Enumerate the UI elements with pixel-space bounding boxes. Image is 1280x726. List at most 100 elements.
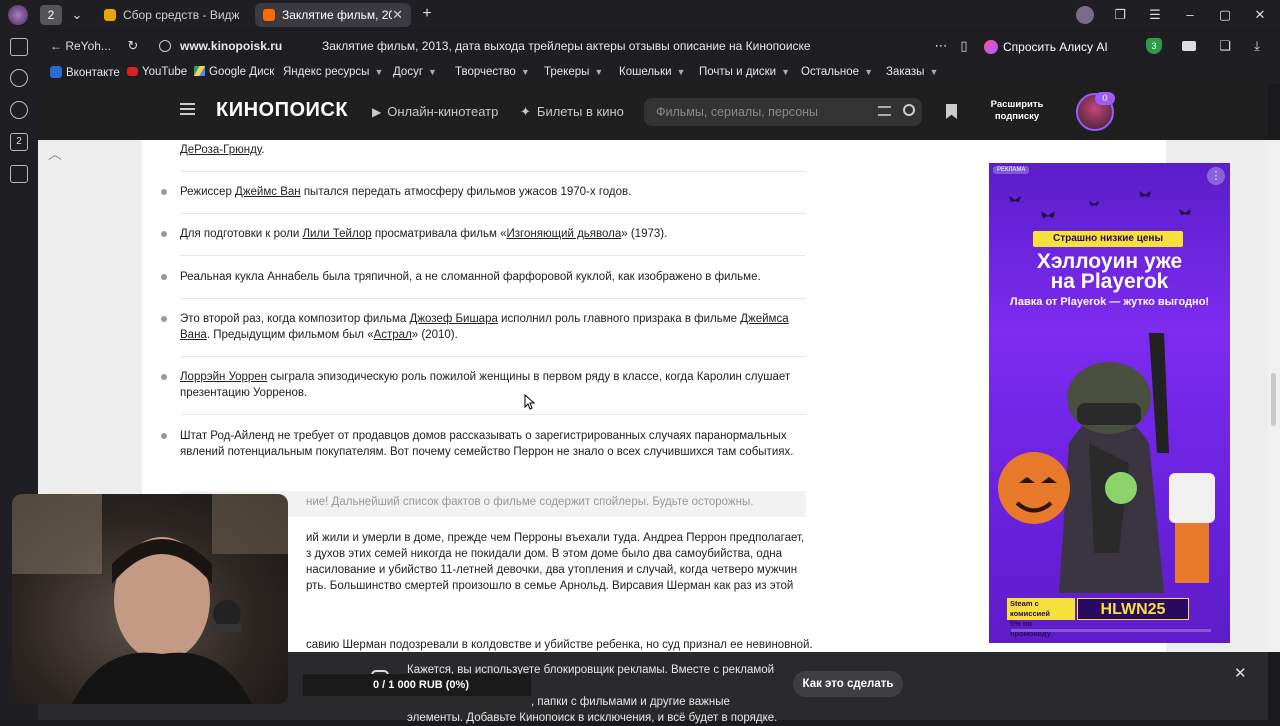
tabs-count-icon[interactable]: 2 [10,133,28,151]
person-link[interactable]: ДеРоза-Грюнду [180,144,261,156]
new-tab-button[interactable]: + [416,4,438,24]
notes-icon[interactable] [10,38,28,56]
bullet-icon [161,433,167,439]
fact-text: савию Шерман подозревали в колдовстве и … [306,639,813,651]
tab-kinopoisk[interactable]: Заклятие фильм, 2013 ✕ [255,3,411,27]
site-logo[interactable]: КИНОПОИСК [216,99,348,122]
how-to-button[interactable]: Как это сделать [793,671,903,697]
bullet-icon [161,189,167,195]
fact-text: ий жили и умерли в доме, прежде чем Перр… [306,532,805,592]
chevron-down-icon: ▼ [864,67,873,77]
bookmark-youtube[interactable]: YouTube [127,66,187,78]
bookmark-label: Яндекс ресурсы [283,66,370,78]
bookmark-folder-mail[interactable]: Почты и диски ▼ [699,66,790,78]
more-options-icon[interactable]: ⋯ [930,36,952,56]
close-notice-icon[interactable]: ✕ [1234,664,1247,682]
site-info-icon[interactable] [159,40,171,52]
menu-icon[interactable]: ☰ [1144,5,1166,25]
bullet-icon [161,231,167,237]
chevron-down-icon: ▼ [520,67,530,77]
scrollbar-thumb[interactable] [1271,373,1276,426]
ad-promo-line: Steam с комиссией [1010,599,1051,618]
profile-avatar[interactable] [8,5,28,25]
subscribe-button[interactable]: Расширить подписку [980,99,1054,123]
bookmark-folder-yandex[interactable]: Яндекс ресурсы ▼ [283,66,383,78]
video-play-icon[interactable] [10,101,28,119]
downloads-icon[interactable]: ⤓ [1246,36,1268,56]
ticket-icon: ✦ [520,104,531,119]
person-link[interactable]: Джозеф Бишара [410,313,498,325]
page-title-text: Заклятие фильм, 2013, дата выхода трейле… [322,39,811,53]
bookmark-folder-leisure[interactable]: Досуг ▼ [393,66,437,78]
protect-shield-icon[interactable]: 3 [1146,38,1162,54]
history-icon[interactable] [10,69,28,87]
fact-text: » (2010). [411,329,458,341]
alice-label: Спросить Алису AI [1003,39,1108,54]
ad-legal-text [1011,629,1211,632]
fact-item: Лоррэйн Уоррен сыграла эпизодическую рол… [161,369,806,401]
fact-item: Реальная кукла Аннабель была тряпичной, … [161,269,806,285]
nav-online-cinema[interactable]: ▶ Онлайн-кинотеатр [372,104,498,119]
fact-text: Режиссер [180,186,236,198]
bookmark-label: Трекеры [544,66,590,78]
bookmark-label: YouTube [142,66,188,78]
film-link[interactable]: Астрал [374,329,412,341]
collections-icon[interactable]: ❏ [1214,36,1236,56]
chevron-down-icon: ▼ [781,67,791,77]
person-link[interactable]: Лили Тейлор [302,228,371,240]
bookmark-folder-orders[interactable]: Заказы ▼ [886,66,938,78]
avatar-badge: 0 [1095,92,1115,105]
bookmark-label: Вконтакте [66,67,120,79]
filter-icon[interactable] [878,106,891,116]
ad-title-line2: на Playerok [1050,270,1169,293]
tab-count-badge[interactable]: 2 [40,5,62,25]
bookmark-page-icon[interactable]: ▯ [953,36,975,56]
minimize-icon[interactable]: – [1179,5,1201,25]
play-icon: ▶ [372,105,382,119]
ad-label: РЕКЛАМА [993,166,1030,174]
maximize-icon[interactable]: ▢ [1214,5,1236,25]
ad-promo-code: HLWN25 [1077,598,1189,620]
fact-text: пытался передать атмосферу фильмов ужасо… [300,186,632,198]
close-tab-icon[interactable]: ✕ [392,7,403,23]
screenshot-icon[interactable] [10,165,28,183]
tab-list-chevron-icon[interactable]: ⌄ [66,5,88,25]
adblock-line: , папки с фильмами и другие важные [531,696,730,708]
bookmark-label: Творчество [455,66,516,78]
bookmark-label: Досуг [393,66,424,78]
adblock-line: элементы. Добавьте Кинопоиск в исключени… [407,712,778,724]
bookmark-folder-creative[interactable]: Творчество ▼ [455,66,530,78]
url-domain[interactable]: www.kinopoisk.ru [180,39,282,53]
mouse-cursor-icon [524,394,536,410]
alice-button[interactable]: Спросить Алису AI [984,37,1108,56]
vk-icon [50,66,62,78]
bookmarks-panel-icon[interactable]: ❐ [1109,5,1131,25]
bookmark-vk[interactable]: Вконтакте [50,66,120,79]
tab-donations[interactable]: Сбор средств - Виджеты [96,3,248,27]
search-icon[interactable] [903,104,915,116]
fact-text: просматривала фильм « [371,228,507,240]
fact-text: исполнил роль главного призрака в фильме [497,313,741,325]
bookmark-google-drive[interactable]: Google Диск [194,66,274,78]
tab-title: Сбор средств - Виджеты [123,8,240,22]
scroll-up-chevron-icon[interactable]: ︿ [48,144,62,164]
person-link[interactable]: Джеймс Ван [235,186,301,198]
reload-icon[interactable]: ↻ [122,36,144,56]
hamburger-menu-icon[interactable] [180,103,195,115]
address-bar: ← ReYoh... ↻ www.kinopoisk.ru Заклятие ф… [38,31,1280,61]
bookmark-folder-other[interactable]: Остальное ▼ [801,66,873,78]
camera-icon[interactable] [1182,41,1196,51]
advertisement-banner[interactable]: РЕКЛАМА ⋮ Страшно низкие цены Хэллоуин у… [989,163,1230,643]
chevron-down-icon: ▼ [676,67,686,77]
ad-subtitle: Лавка от Playerok — жутко выгодно! [1009,296,1210,308]
bookmark-folder-trackers[interactable]: Трекеры ▼ [544,66,603,78]
back-button[interactable]: ← ReYoh... [50,39,111,53]
bookmark-folder-wallets[interactable]: Кошельки ▼ [619,66,685,78]
fact-text: Для подготовки к роли [180,228,303,240]
person-link[interactable]: Лоррэйн Уоррен [180,371,267,383]
close-window-icon[interactable]: ✕ [1249,5,1271,25]
bookmark-folder-icon[interactable] [946,104,957,119]
nav-tickets[interactable]: ✦ Билеты в кино [520,104,624,120]
film-link[interactable]: Изгоняющий дьявола [507,228,622,240]
extension-avatar-icon[interactable] [1076,6,1094,24]
